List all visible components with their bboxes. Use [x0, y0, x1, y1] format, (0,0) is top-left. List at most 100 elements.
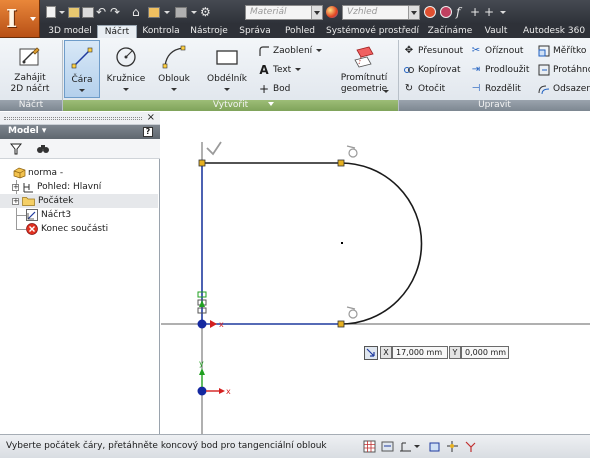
grid-icon[interactable] [363, 440, 376, 453]
project-geometry-button[interactable]: Promítnutí geometrie [334, 40, 394, 98]
tree-item-part[interactable]: norma - [0, 166, 158, 180]
end-of-part-icon [26, 223, 38, 235]
sketch-endpoint[interactable] [198, 159, 206, 167]
expand-icon[interactable]: + [12, 184, 19, 191]
open-icon[interactable] [68, 6, 80, 18]
trim-button[interactable]: ✂ Oříznout [470, 43, 524, 58]
chevron-down-icon[interactable] [311, 6, 322, 19]
tab-environments[interactable]: Systémové prostředí [326, 25, 419, 38]
settings-icon[interactable]: ⚙ [200, 6, 211, 18]
text-button[interactable]: A Text [258, 62, 302, 77]
arc-button[interactable]: Oblouk [152, 40, 196, 98]
fillet-button[interactable]: Zaoblení [258, 43, 323, 58]
find-icon[interactable] [36, 143, 50, 155]
appearance-combo[interactable]: Vzhled [342, 5, 420, 20]
point-label: Bod [273, 83, 291, 94]
parameters-icon[interactable]: f [456, 6, 460, 18]
tree-item-view[interactable]: + Pohled: Hlavní [0, 180, 158, 194]
tab-inspect[interactable]: Kontrola [138, 25, 184, 38]
sketch-endpoint[interactable] [337, 159, 345, 167]
clear-icon[interactable] [440, 6, 452, 18]
tab-view[interactable]: Pohled [280, 25, 320, 38]
tab-tools[interactable]: Nástroje [186, 25, 232, 38]
select-dropdown-icon[interactable] [163, 6, 170, 18]
chevron-down-icon[interactable] [268, 102, 274, 106]
tangent-constraint-icon[interactable] [346, 145, 358, 158]
chevron-down-icon[interactable] [224, 88, 230, 91]
split-button[interactable]: ⊣ Rozdělit [470, 81, 521, 96]
arc-center-point[interactable] [341, 242, 343, 244]
new-dropdown-icon[interactable] [58, 6, 65, 18]
new-file-icon[interactable] [46, 6, 56, 18]
browser-toolbar [0, 139, 160, 159]
point-button[interactable]: + Bod [258, 81, 290, 96]
appearance-icon [326, 6, 338, 18]
sketch-dof-icon[interactable] [428, 440, 441, 453]
measure-icon[interactable]: + [470, 6, 480, 18]
move-button[interactable]: ✥ Přesunout [403, 43, 463, 58]
home-icon[interactable]: ⌂ [132, 6, 140, 18]
chevron-down-icon[interactable] [316, 49, 323, 52]
chevron-down-icon[interactable] [79, 89, 85, 92]
tab-vault[interactable]: Vault [482, 25, 510, 38]
undo-icon[interactable]: ↶ [96, 6, 106, 18]
split-label: Rozdělit [485, 83, 521, 94]
browser-header[interactable]: Model ▾ ? [0, 125, 160, 139]
chevron-down-icon[interactable] [414, 445, 420, 448]
tab-autodesk-360[interactable]: Autodesk 360 [520, 25, 588, 38]
input-mode-icon[interactable] [364, 346, 378, 360]
tab-get-started[interactable]: Začínáme [424, 25, 476, 38]
update-icon[interactable] [175, 6, 187, 18]
save-icon[interactable] [82, 6, 94, 18]
material-combo[interactable]: Materiál [245, 5, 323, 20]
chevron-down-icon[interactable] [295, 68, 302, 71]
select-icon[interactable] [148, 6, 160, 18]
application-menu-button[interactable]: I [0, 0, 40, 38]
x-coordinate-input[interactable]: 17,000 mm [392, 346, 448, 359]
chevron-down-icon[interactable] [408, 6, 419, 19]
sketch-endpoint[interactable] [337, 320, 345, 328]
tab-3d-model[interactable]: 3D model [44, 25, 96, 38]
y-coordinate-input[interactable]: 0,000 mm [461, 346, 509, 359]
adjust-icon[interactable] [424, 6, 436, 18]
perpendicular-constraint-icon[interactable] [206, 141, 222, 156]
sketch-view[interactable]: x x y [161, 112, 590, 434]
copy-button[interactable]: Kopírovat [403, 62, 461, 77]
scale-button[interactable]: Měřítko [538, 43, 586, 58]
tree-item-end-of-part[interactable]: Konec součásti [0, 222, 158, 236]
customize-icon[interactable]: + [484, 6, 494, 18]
circle-button[interactable]: Kružnice [104, 40, 148, 98]
line-button[interactable]: Čára [64, 40, 100, 98]
sketch-arc[interactable] [340, 162, 423, 325]
appearance-placeholder: Vzhled [347, 7, 378, 17]
help-icon[interactable]: ? [143, 127, 153, 137]
tree-item-origin[interactable]: + Počátek [0, 194, 158, 208]
extend-button[interactable]: ⇥ Prodloužit [470, 62, 530, 77]
infer-constraints-icon[interactable] [446, 440, 459, 453]
tab-manage[interactable]: Správa [234, 25, 276, 38]
start-2d-sketch-button[interactable]: Zahájit 2D náčrt [4, 40, 56, 98]
panel-grip[interactable]: × [0, 112, 160, 125]
constraint-display-icon[interactable] [399, 440, 412, 453]
chevron-down-icon[interactable] [382, 90, 389, 93]
chevron-down-icon[interactable] [123, 88, 129, 91]
chevron-down-icon[interactable] [171, 88, 177, 91]
stretch-button[interactable]: Protáhnou [538, 62, 590, 77]
tab-sketch[interactable]: Náčrt [97, 25, 137, 38]
dimension-display-icon[interactable] [381, 440, 394, 453]
close-icon[interactable]: × [147, 112, 155, 124]
filter-icon[interactable] [10, 143, 22, 155]
customize-dropdown-icon[interactable] [499, 6, 506, 18]
redo-icon[interactable]: ↷ [110, 6, 120, 18]
rotate-button[interactable]: ↻ Otočit [403, 81, 445, 96]
update-dropdown-icon[interactable] [190, 6, 197, 18]
tangent-constraint-icon[interactable] [346, 306, 358, 319]
expand-icon[interactable]: + [12, 198, 19, 205]
origin-point[interactable] [197, 319, 207, 329]
persist-constraints-icon[interactable] [464, 440, 477, 453]
offset-button[interactable]: Odsazen [538, 81, 590, 96]
circle-icon [116, 47, 136, 67]
tree-item-sketch[interactable]: Náčrt3 [0, 208, 158, 222]
graphics-window[interactable]: x x y X 17,000 mm Y 0,000 mm [161, 112, 590, 434]
rectangle-button[interactable]: Obdélník [202, 40, 252, 98]
